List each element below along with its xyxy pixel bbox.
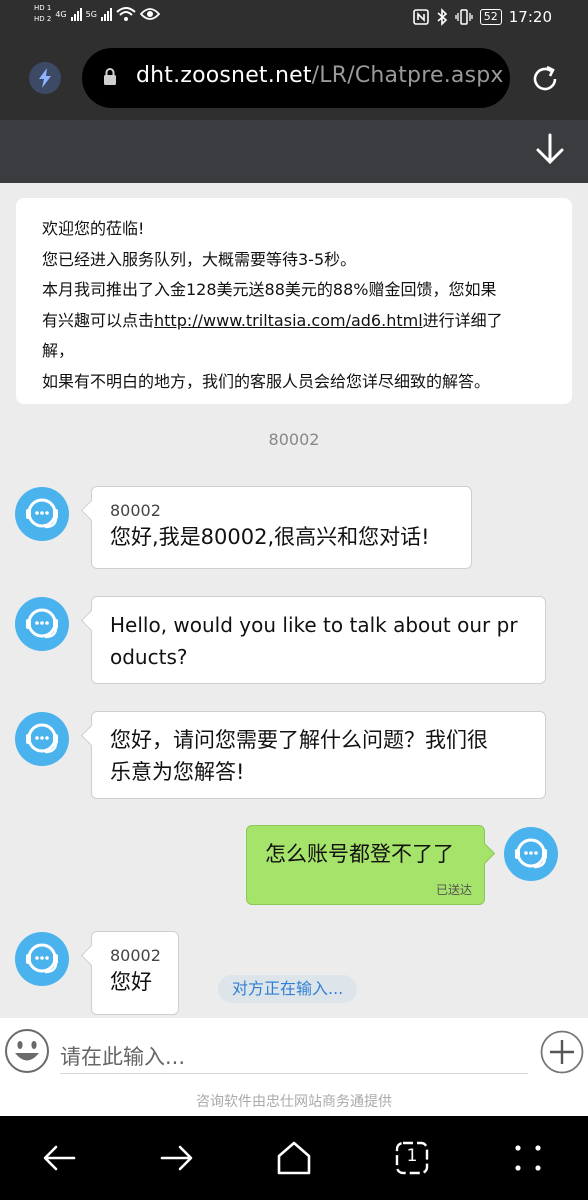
agent-message-bubble: 80002 您好,我是80002,很高兴和您对话!	[91, 486, 472, 569]
welcome-line: 本月我司推出了入金128美元送88美元的88%赠金回馈，您如果	[42, 280, 497, 299]
network-5g-label: 5G	[85, 9, 97, 19]
hd1-label: HD 1	[34, 4, 52, 12]
headset-icon	[515, 838, 547, 869]
url-path: /LR/Chatpre.aspx	[311, 63, 504, 88]
agent-avatar	[15, 487, 69, 541]
welcome-line: 欢迎您的莅临!	[42, 219, 145, 238]
status-right: 52 17:20	[412, 8, 552, 26]
welcome-text: 有兴趣可以点击	[42, 310, 155, 330]
message-text: 您好,我是80002,很高兴和您对话!	[110, 525, 430, 549]
input-bar: 咨询软件由忠仕网站商务通提供	[0, 1018, 588, 1116]
message-sender: 80002	[110, 946, 161, 965]
headset-icon	[26, 943, 58, 974]
typing-indicator: 对方正在输入...	[218, 975, 358, 1003]
signal-icon	[70, 7, 82, 21]
welcome-line: 您已经进入服务队列，大概需要等待3-5秒。	[42, 249, 357, 269]
agent-avatar	[15, 597, 69, 651]
wifi-icon	[116, 7, 136, 21]
message-text: 怎么账号都登不了了	[265, 842, 454, 866]
promo-link[interactable]: http://www.triltasia.com/ad6.html	[154, 311, 423, 330]
message-text: oducts?	[110, 645, 188, 669]
welcome-line: 如果有不明白的地方，我们的客服人员会给您详尽细致的解答。	[42, 371, 491, 391]
url-text: dht.zoosnet.net/LR/Chatpre.aspx	[136, 63, 504, 88]
message-sender: 80002	[110, 501, 161, 520]
agent-avatar	[15, 932, 69, 986]
agent-message-bubble: Hello, would you like to talk about our …	[91, 596, 546, 684]
page-toolbar	[0, 120, 588, 183]
welcome-line: 解，	[42, 341, 75, 360]
nfc-icon	[412, 9, 429, 25]
more-menu-icon[interactable]	[508, 1138, 548, 1178]
welcome-text: 进行详细了	[422, 310, 503, 330]
headset-icon	[26, 498, 58, 529]
headset-icon	[26, 608, 58, 639]
emoji-icon[interactable]	[4, 1028, 50, 1074]
forward-arrow-icon[interactable]	[156, 1138, 196, 1178]
reload-icon[interactable]	[528, 62, 562, 96]
battery-indicator: 52	[479, 9, 502, 25]
url-domain: dht.zoosnet.net	[136, 63, 312, 88]
download-icon[interactable]	[534, 133, 566, 167]
clock: 17:20	[508, 8, 552, 26]
user-message-bubble: 怎么账号都登不了了 已送达	[246, 825, 485, 905]
agent-message-bubble: 您好，请问您需要了解什么问题？我们很 乐意为您解答!	[91, 711, 546, 799]
message-input[interactable]	[60, 1040, 528, 1074]
message-text: Hello, would you like to talk about our …	[110, 613, 518, 637]
agent-message-bubble: 80002 您好	[91, 931, 179, 1015]
network-4g-label: 4G	[55, 9, 67, 19]
user-avatar	[504, 827, 558, 881]
browser-address-bar: dht.zoosnet.net/LR/Chatpre.aspx	[0, 38, 588, 120]
home-icon[interactable]	[274, 1138, 314, 1178]
signal-icon-2	[100, 7, 112, 21]
eye-icon	[139, 8, 160, 20]
status-bar: HD 1 HD 2 4G 5G 52 17:20	[0, 0, 588, 38]
message-text: 您好，请问您需要了解什么问题？我们很	[110, 728, 488, 752]
message-text: 乐意为您解答!	[110, 760, 245, 784]
tab-count: 1	[406, 1146, 418, 1166]
welcome-line: 有兴趣可以点击http://www.triltasia.com/ad6.html…	[42, 306, 572, 337]
agent-id-divider: 80002	[268, 430, 320, 449]
browser-nav-bar: 1	[0, 1116, 588, 1200]
bluetooth-icon	[437, 8, 447, 26]
tabs-button[interactable]: 1	[392, 1138, 432, 1178]
lock-icon	[104, 68, 116, 85]
powered-by-footer: 咨询软件由忠仕网站商务通提供	[196, 1094, 392, 1110]
plus-icon[interactable]	[540, 1030, 584, 1074]
lightning-icon[interactable]	[29, 62, 61, 94]
agent-avatar	[15, 712, 69, 766]
message-text: 您好	[110, 970, 152, 994]
vibrate-icon	[455, 9, 473, 25]
hd2-label: HD 2	[34, 15, 52, 23]
headset-icon	[26, 723, 58, 754]
back-arrow-icon[interactable]	[40, 1138, 80, 1178]
hd-indicator: HD 1 HD 2	[34, 4, 51, 24]
url-field[interactable]: dht.zoosnet.net/LR/Chatpre.aspx	[82, 48, 510, 108]
welcome-message: 欢迎您的莅临! 您已经进入服务队列，大概需要等待3-5秒。 本月我司推出了入金1…	[16, 198, 572, 404]
delivery-status: 已送达	[435, 883, 472, 897]
status-left: HD 1 HD 2 4G 5G	[34, 4, 160, 24]
